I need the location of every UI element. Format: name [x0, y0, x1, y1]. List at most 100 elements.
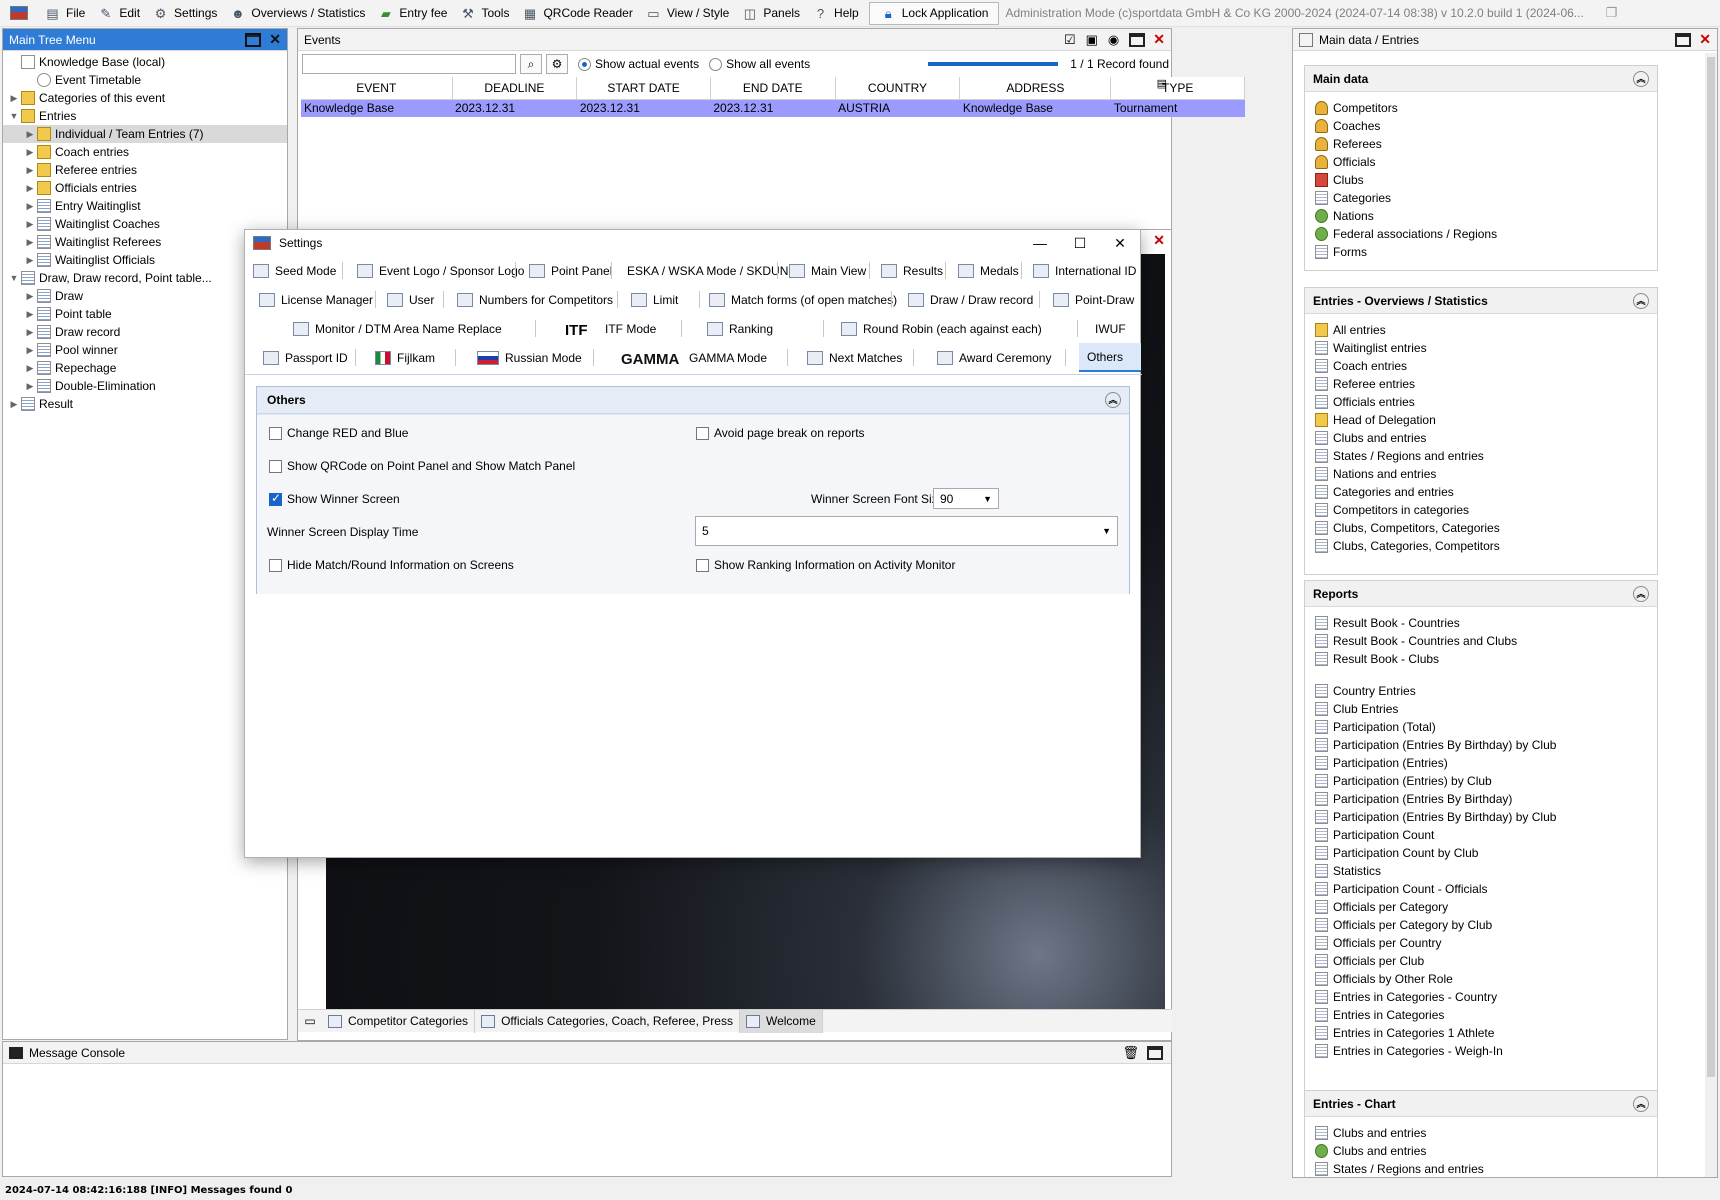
- list-item[interactable]: Participation (Total): [1305, 718, 1657, 736]
- list-item[interactable]: Result Book - Clubs: [1305, 650, 1657, 668]
- list-item[interactable]: Statistics: [1305, 862, 1657, 880]
- list-item[interactable]: Nations and entries: [1305, 465, 1657, 483]
- tree-node[interactable]: Event Timetable: [3, 71, 287, 89]
- list-item[interactable]: Participation Count by Club: [1305, 844, 1657, 862]
- expand-arrow-icon[interactable]: ▶: [23, 381, 37, 392]
- expand-arrow-icon[interactable]: ▶: [23, 291, 37, 302]
- checkbox-box[interactable]: [269, 558, 282, 572]
- list-item[interactable]: Clubs and entries: [1305, 1124, 1657, 1142]
- expand-arrow-icon[interactable]: ▼: [7, 273, 21, 283]
- expand-arrow-icon[interactable]: ▶: [23, 201, 37, 212]
- close-icon[interactable]: ✕: [1153, 232, 1165, 249]
- expand-arrow-icon[interactable]: ▶: [23, 183, 37, 194]
- ribbon-tab-medals[interactable]: Medals: [958, 256, 1019, 285]
- ribbon-tab-user[interactable]: User: [387, 285, 434, 314]
- tree-node[interactable]: ▼ Entries: [3, 107, 287, 125]
- ribbon-tab-round-robin-each-against-each[interactable]: Round Robin (each against each): [841, 314, 1042, 343]
- tree-node[interactable]: ▶ Referee entries: [3, 161, 287, 179]
- ribbon-tab-point-panel[interactable]: Point Panel: [529, 256, 612, 285]
- list-item[interactable]: Forms: [1305, 243, 1657, 261]
- list-item[interactable]: Officials by Other Role: [1305, 970, 1657, 988]
- ribbon-tab-gamma-mode[interactable]: GAMMA GAMMA Mode: [621, 343, 767, 372]
- expand-arrow-icon[interactable]: ▶: [23, 309, 37, 320]
- list-item[interactable]: Federal associations / Regions: [1305, 225, 1657, 243]
- list-item[interactable]: Coach entries: [1305, 357, 1657, 375]
- ribbon-tab-main-view[interactable]: Main View: [789, 256, 866, 285]
- ribbon-tab-itf-mode[interactable]: ITF ITF Mode: [565, 314, 656, 343]
- events-search-input[interactable]: [302, 54, 516, 74]
- column-header[interactable]: START DATE: [576, 77, 711, 100]
- ribbon-tab-award-ceremony[interactable]: Award Ceremony: [937, 343, 1051, 372]
- ribbon-tab-limit[interactable]: Limit: [631, 285, 678, 314]
- ribbon-tab-match-forms-of-open-matches[interactable]: Match forms (of open matches): [709, 285, 897, 314]
- tab-officials-categories[interactable]: Officials Categories, Coach, Referee, Pr…: [475, 1009, 740, 1033]
- column-header[interactable]: EVENT: [301, 77, 453, 100]
- list-item[interactable]: States / Regions and entries: [1305, 1160, 1657, 1177]
- column-header[interactable]: DEADLINE: [452, 77, 578, 100]
- ribbon-tab-monitor-dtm-area-name-replace[interactable]: Monitor / DTM Area Name Replace: [293, 314, 502, 343]
- checkbox-box[interactable]: [269, 426, 282, 440]
- restore-window-icon[interactable]: ❐: [1606, 5, 1618, 21]
- tree-node[interactable]: ▶ Officials entries: [3, 179, 287, 197]
- list-item[interactable]: Participation (Entries) by Club: [1305, 772, 1657, 790]
- collapse-icon[interactable]: ︽: [1633, 1095, 1649, 1112]
- list-item[interactable]: Participation Count - Officials: [1305, 880, 1657, 898]
- checkbox-box[interactable]: [696, 558, 709, 572]
- ribbon-tab-draw-draw-record[interactable]: Draw / Draw record: [908, 285, 1033, 314]
- checkbox-box[interactable]: [269, 491, 282, 506]
- tree-node[interactable]: ▶ Entry Waitinglist: [3, 197, 287, 215]
- expand-arrow-icon[interactable]: ▼: [7, 111, 21, 121]
- list-item[interactable]: Officials: [1305, 153, 1657, 171]
- list-item[interactable]: Clubs and entries: [1305, 429, 1657, 447]
- list-item[interactable]: Officials per Club: [1305, 952, 1657, 970]
- list-item[interactable]: Head of Delegation: [1305, 411, 1657, 429]
- maximize-panel-icon[interactable]: [1675, 32, 1692, 47]
- ribbon-tab-iwuf[interactable]: IWUF: [1095, 314, 1126, 343]
- menu-entry-fee[interactable]: ▰ Entry fee: [371, 0, 453, 27]
- search-icon[interactable]: ⌕: [520, 54, 542, 74]
- scrollbar[interactable]: [1705, 53, 1717, 1177]
- ribbon-tab-event-logo-sponsor-logo[interactable]: Event Logo / Sponsor Logo: [357, 256, 524, 285]
- menu-tools[interactable]: ⚒ Tools: [453, 0, 515, 27]
- list-item[interactable]: Participation (Entries By Birthday) by C…: [1305, 808, 1657, 826]
- list-item[interactable]: Participation Count: [1305, 826, 1657, 844]
- show-ranking-info-checkbox[interactable]: Show Ranking Information on Activity Mon…: [696, 558, 955, 572]
- ribbon-tab-fijlkam[interactable]: Fijlkam: [375, 343, 435, 372]
- column-header[interactable]: TYPE: [1110, 77, 1245, 100]
- list-item[interactable]: Clubs and entries: [1305, 1142, 1657, 1160]
- expand-arrow-icon[interactable]: ▶: [7, 399, 21, 410]
- expand-arrow-icon[interactable]: ▶: [7, 93, 21, 104]
- settings-filter-icon[interactable]: ⚙: [546, 54, 568, 74]
- list-item[interactable]: Entries in Categories 1 Athlete: [1305, 1024, 1657, 1042]
- lock-application-button[interactable]: 🔒︎ Lock Application: [868, 1, 1000, 25]
- checkbox-box[interactable]: [269, 459, 282, 473]
- menu-overviews[interactable]: ☻ Overviews / Statistics: [223, 0, 371, 27]
- avoid-page-break-checkbox[interactable]: Avoid page break on reports: [696, 426, 865, 440]
- column-header[interactable]: COUNTRY: [835, 77, 961, 100]
- column-chooser-icon[interactable]: ▤: [1157, 77, 1167, 90]
- minimize-icon[interactable]: —: [1020, 235, 1060, 251]
- tab-competitor-categories[interactable]: Competitor Categories: [322, 1009, 476, 1033]
- expand-arrow-icon[interactable]: ▶: [23, 165, 37, 176]
- list-item[interactable]: Club Entries: [1305, 700, 1657, 718]
- list-item[interactable]: Participation (Entries By Birthday): [1305, 790, 1657, 808]
- ribbon-tab-international-id[interactable]: International ID: [1033, 256, 1136, 285]
- tree-node[interactable]: ▶ Coach entries: [3, 143, 287, 161]
- list-item[interactable]: Waitinglist entries: [1305, 339, 1657, 357]
- folder-icon[interactable]: ▣: [1086, 32, 1098, 48]
- list-item[interactable]: Entries in Categories - Weigh-In: [1305, 1042, 1657, 1060]
- show-actual-radio[interactable]: [578, 57, 591, 71]
- expand-arrow-icon[interactable]: ▶: [23, 147, 37, 158]
- ribbon-tab-numbers-for-competitors[interactable]: Numbers for Competitors: [457, 285, 613, 314]
- ribbon-tab-others[interactable]: Others: [1079, 343, 1141, 372]
- display-time-select[interactable]: 5 ▼: [695, 516, 1118, 546]
- ribbon-tab-eska-wska-mode-skdun[interactable]: ESKA / WSKA Mode / SKDUN: [627, 256, 788, 285]
- expand-arrow-icon[interactable]: ▶: [23, 255, 37, 266]
- maximize-icon[interactable]: ☐: [1060, 235, 1100, 252]
- list-item[interactable]: Clubs, Competitors, Categories: [1305, 519, 1657, 537]
- list-item[interactable]: States / Regions and entries: [1305, 447, 1657, 465]
- list-item[interactable]: Participation (Entries By Birthday) by C…: [1305, 736, 1657, 754]
- expand-arrow-icon[interactable]: ▶: [23, 237, 37, 248]
- list-item[interactable]: Participation (Entries): [1305, 754, 1657, 772]
- trash-icon[interactable]: 🗑︎: [1122, 1045, 1139, 1061]
